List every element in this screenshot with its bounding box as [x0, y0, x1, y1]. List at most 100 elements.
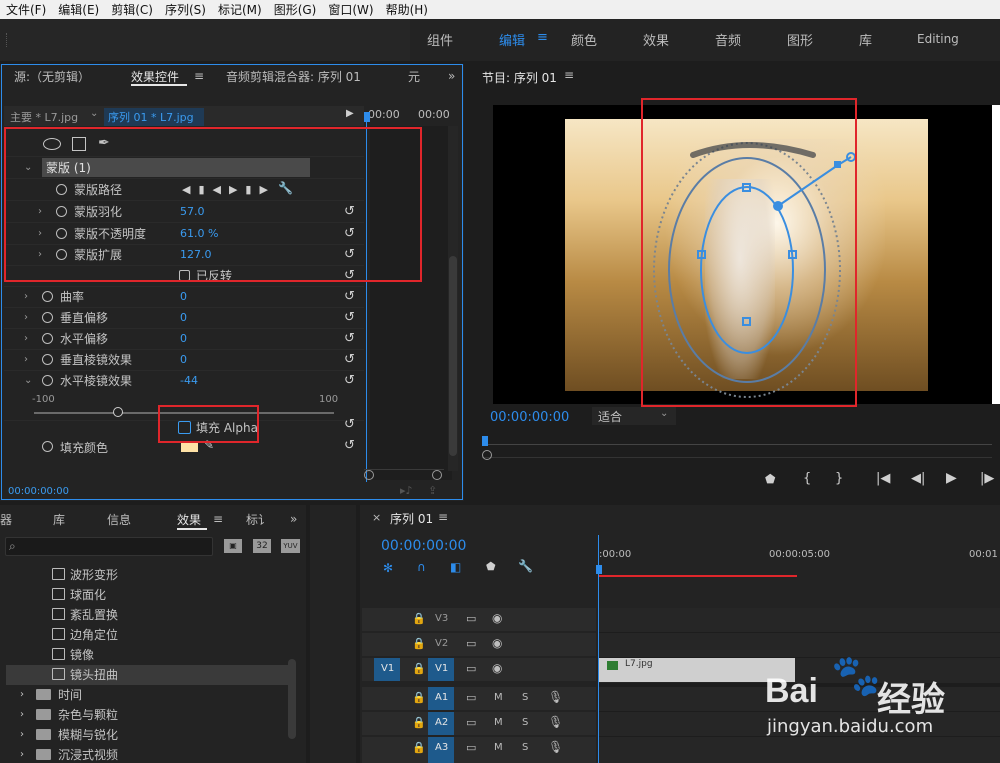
list-item[interactable]: 球面化 [6, 584, 288, 604]
stopwatch-icon[interactable] [42, 375, 53, 386]
menu-help[interactable]: 帮助(H) [380, 1, 434, 18]
list-item[interactable]: 波形变形 [6, 564, 288, 584]
tab-menu-icon[interactable]: ≡ [213, 512, 223, 526]
workspace-graphics[interactable]: 图形 [787, 30, 813, 49]
menu-window[interactable]: 窗口(W) [322, 1, 379, 18]
nest-icon[interactable]: ✻ [383, 561, 393, 575]
track-header-a2[interactable]: 🔒 A2 ▭ M S 🎙 [362, 712, 596, 735]
menu-file[interactable]: 文件(F) [0, 1, 52, 18]
eye-icon[interactable]: ◉ [492, 636, 502, 650]
lock-icon[interactable]: 🔒 [412, 662, 426, 675]
tab-audio-mixer[interactable]: 音频剪辑混合器: 序列 01 [226, 68, 361, 85]
workspace-libraries[interactable]: 库 [859, 30, 872, 49]
lock-icon[interactable]: 🔒 [412, 612, 426, 625]
reset-icon[interactable]: ↺ [344, 417, 355, 432]
chevron-right-icon[interactable]: › [24, 354, 28, 365]
folder-item[interactable]: › 模糊与锐化 [6, 724, 288, 744]
tab-libraries[interactable]: 库 [53, 511, 65, 528]
sync-lock-icon[interactable]: ▭ [466, 637, 476, 650]
effect-param-value[interactable]: 0 [180, 332, 187, 345]
track-header-v3[interactable]: 🔒 V3 ▭ ◉ [362, 608, 596, 631]
menu-clip[interactable]: 剪辑(C) [105, 1, 159, 18]
add-marker-icon[interactable]: ⬟ [765, 472, 775, 486]
eye-icon[interactable]: ◉ [492, 611, 502, 625]
panel-menu-icon[interactable]: ≡ [438, 510, 448, 524]
fit-dropdown[interactable]: 适合 ⌄ [592, 407, 676, 425]
mute-button[interactable]: M [494, 742, 503, 753]
track-header-v2[interactable]: 🔒 V2 ▭ ◉ [362, 633, 596, 656]
chevron-right-icon[interactable]: › [24, 291, 28, 302]
list-item[interactable]: 镜头扭曲 [6, 664, 288, 684]
go-to-in-icon[interactable]: |◀ [876, 471, 890, 486]
sync-lock-icon[interactable]: ▭ [466, 691, 476, 704]
menu-graphics[interactable]: 图形(G) [268, 1, 323, 18]
tab-menu-icon[interactable]: ≡ [194, 69, 204, 83]
tab-source[interactable]: 源:（无剪辑） [14, 68, 90, 85]
export-frame-icon[interactable]: ⇪ [428, 484, 437, 497]
list-item[interactable]: 边角定位 [6, 624, 288, 644]
reset-icon[interactable]: ↺ [344, 438, 355, 453]
zoom-handle[interactable] [482, 450, 492, 460]
tab-markers[interactable]: 标讠 [246, 511, 270, 528]
track-header-v1[interactable]: V1 🔒 V1 ▭ ◉ [362, 658, 596, 681]
tab-metadata[interactable]: 元 [408, 68, 420, 85]
workspace-assembly[interactable]: 组件 [427, 30, 453, 49]
folder-item[interactable]: › 沉浸式视频 [6, 744, 288, 763]
menu-edit[interactable]: 编辑(E) [52, 1, 105, 18]
timeline-timecode[interactable]: 00:00:00:00 [381, 538, 466, 554]
monitor-playhead[interactable] [482, 436, 488, 446]
chevron-right-icon[interactable]: › [20, 749, 24, 760]
time-ruler[interactable]: :00:00 00:00:05:00 00:01 [596, 535, 1000, 579]
lock-icon[interactable]: 🔒 [412, 637, 426, 650]
stopwatch-icon[interactable] [42, 441, 53, 452]
yuv-badge[interactable]: YUV [281, 539, 300, 553]
menu-sequence[interactable]: 序列(S) [159, 1, 212, 18]
eye-icon[interactable]: ◉ [492, 661, 502, 675]
reset-icon[interactable]: ↺ [344, 289, 355, 304]
microphone-icon[interactable]: 🎙 [548, 690, 563, 704]
sync-lock-icon[interactable]: ▭ [466, 612, 476, 625]
reset-icon[interactable]: ↺ [344, 352, 355, 367]
lock-icon[interactable]: 🔒 [412, 741, 426, 754]
stopwatch-icon[interactable] [42, 312, 53, 323]
zoom-handle-right[interactable] [432, 470, 442, 480]
effect-param-value[interactable]: 0 [180, 353, 187, 366]
sync-lock-icon[interactable]: ▭ [466, 716, 476, 729]
workspace-color[interactable]: 颜色 [571, 30, 597, 49]
effect-param-value[interactable]: 0 [180, 311, 187, 324]
effects-search-input[interactable]: ⌕ [5, 537, 213, 556]
timeline-title[interactable]: 序列 01 [390, 510, 433, 527]
audio-only-icon[interactable]: ▸♪ [400, 484, 413, 497]
timeline-playhead[interactable] [596, 565, 602, 574]
menu-marker[interactable]: 标记(M) [212, 1, 268, 18]
solo-button[interactable]: S [522, 717, 528, 728]
tab-info[interactable]: 信息 [107, 511, 131, 528]
list-item[interactable]: 镜像 [6, 644, 288, 664]
workspace-audio[interactable]: 音频 [715, 30, 741, 49]
reset-icon[interactable]: ↺ [344, 331, 355, 346]
track-header-a3[interactable]: 🔒 A3 ▭ M S 🎙 [362, 737, 596, 763]
play-only-icon[interactable]: ▶ [346, 108, 354, 119]
panel-menu-icon[interactable]: ≡ [564, 68, 574, 82]
32bit-badge[interactable]: 32 [253, 539, 271, 553]
program-timecode[interactable]: 00:00:00:00 [490, 410, 569, 425]
playhead-marker[interactable] [364, 112, 370, 122]
linked-selection-icon[interactable]: ◧ [450, 560, 461, 574]
play-icon[interactable]: ▶ [946, 470, 957, 486]
chevron-right-icon[interactable]: › [20, 729, 24, 740]
sync-lock-icon[interactable]: ▭ [466, 741, 476, 754]
mute-button[interactable]: M [494, 717, 503, 728]
step-forward-icon[interactable]: |▶ [980, 471, 994, 486]
snap-icon[interactable]: ∩ [417, 560, 426, 574]
master-clip-label[interactable]: 主要 * L7.jpg [10, 109, 78, 125]
program-title[interactable]: 节目: 序列 01 [482, 69, 557, 86]
lock-icon[interactable]: 🔒 [412, 691, 426, 704]
step-back-icon[interactable]: ◀| [911, 471, 925, 486]
folder-item[interactable]: › 杂色与颗粒 [6, 704, 288, 724]
zoom-handle-left[interactable] [364, 470, 374, 480]
sequence-clip-label[interactable]: 序列 01 * L7.jpg [108, 109, 194, 125]
scrollbar-thumb[interactable] [288, 659, 296, 739]
chevron-down-icon[interactable]: ⌄ [90, 108, 98, 119]
mark-out-icon[interactable]: } [835, 471, 843, 486]
chevron-down-icon[interactable]: ⌄ [24, 375, 32, 386]
